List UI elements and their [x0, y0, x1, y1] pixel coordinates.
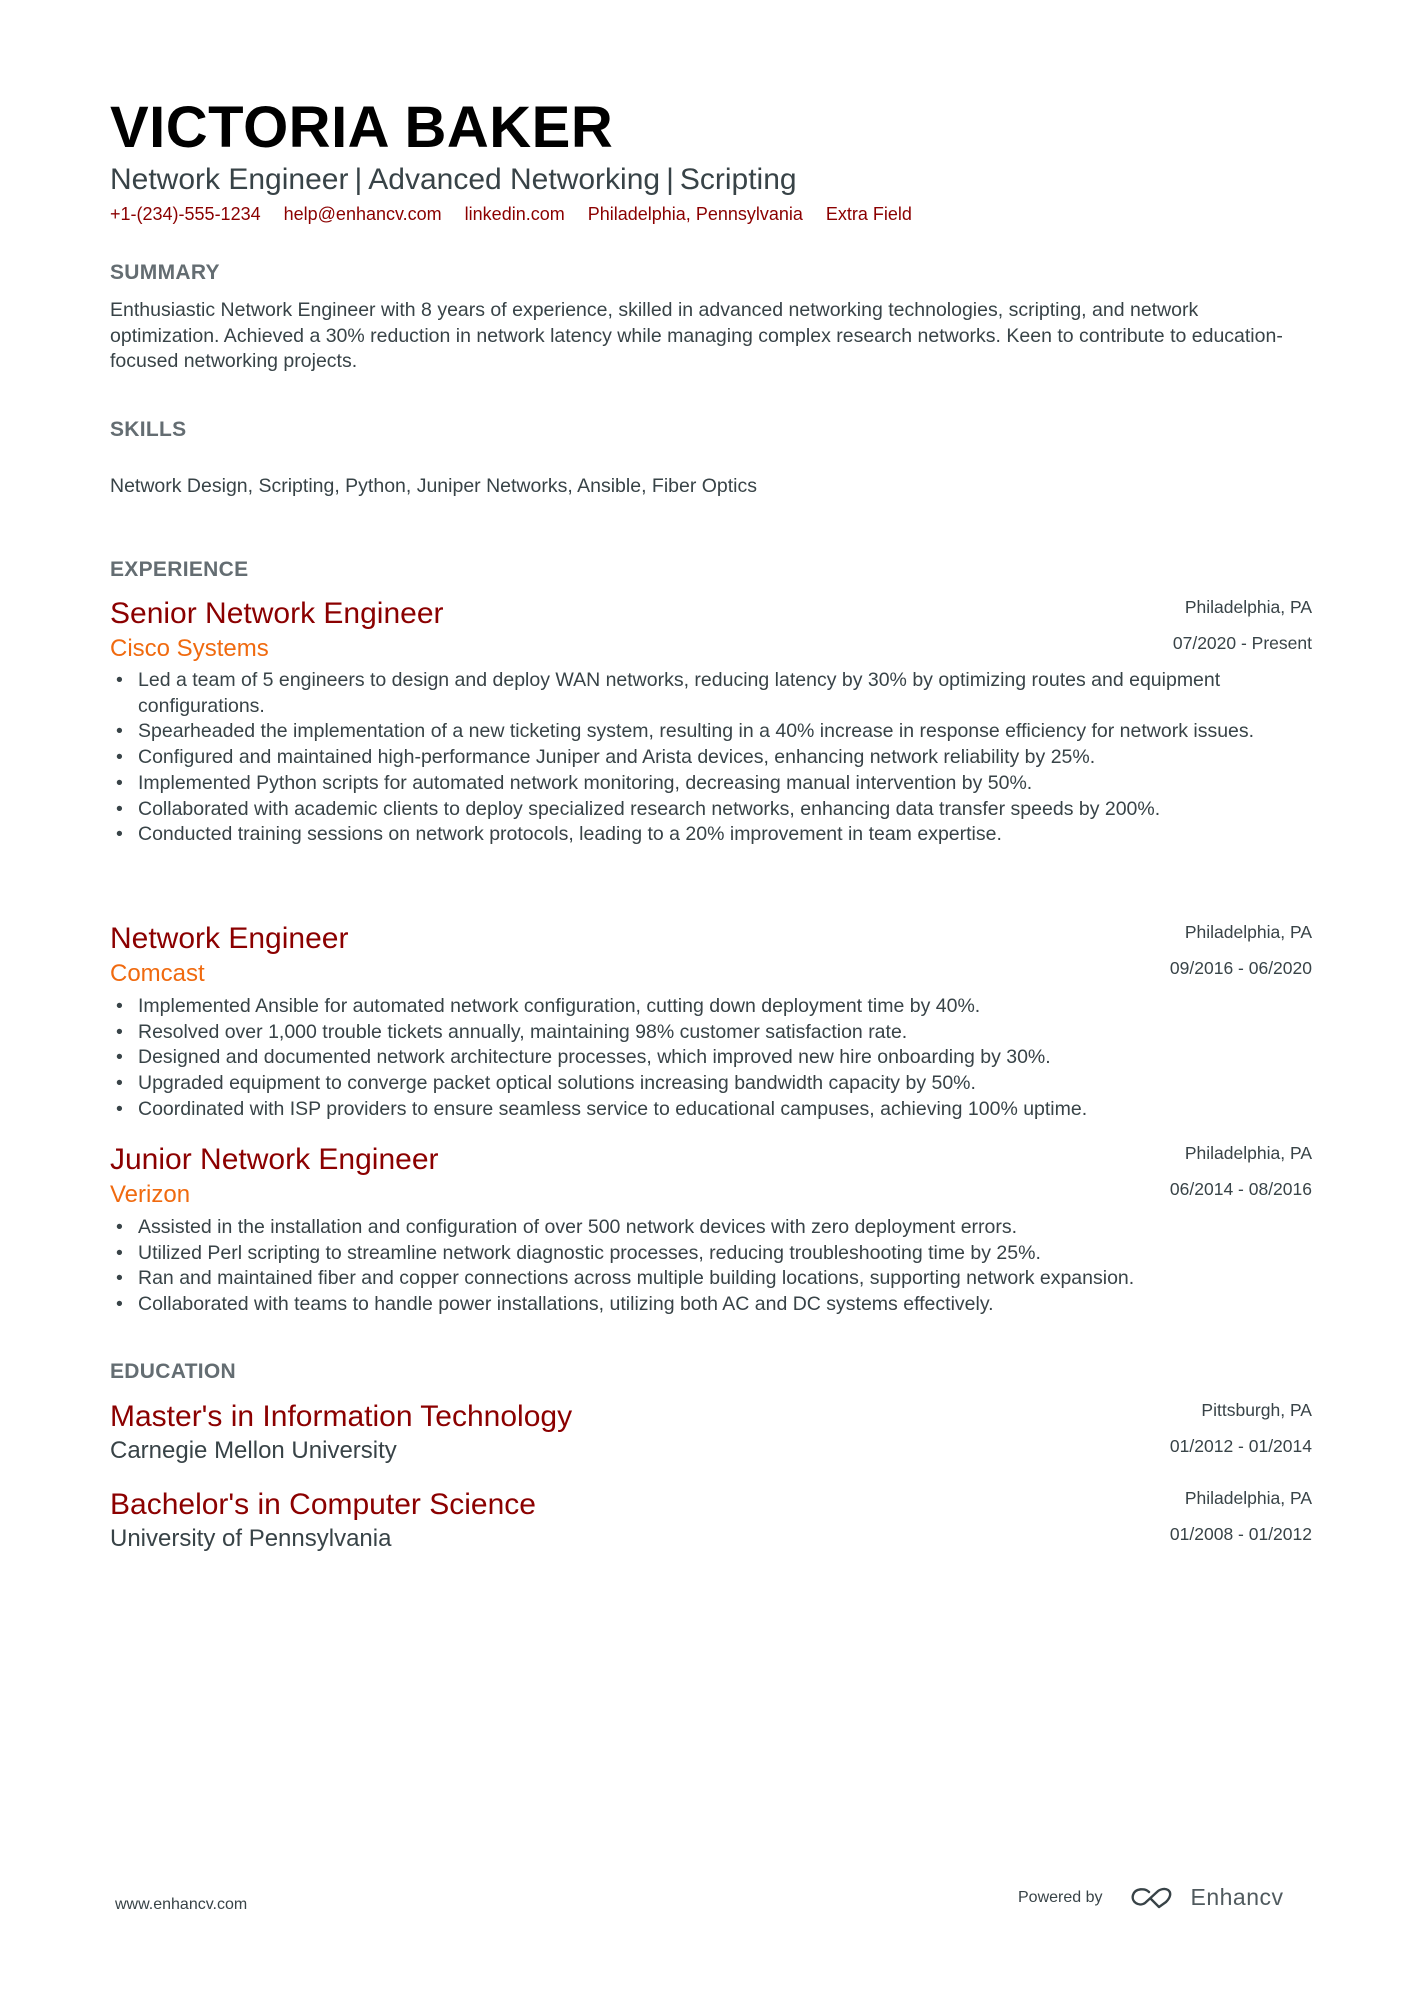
bullet-item: Upgraded equipment to converge packet op…: [110, 1071, 1310, 1097]
contact-location: Philadelphia, Pennsylvania: [587, 204, 803, 224]
education-heading: EDUCATION: [110, 1360, 236, 1383]
degree-title: Master's in Information Technology: [110, 1400, 573, 1433]
skills-text: Network Design, Scripting, Python, Junip…: [110, 475, 758, 497]
skills-heading: SKILLS: [110, 418, 187, 441]
contact-linkedin[interactable]: linkedin.com: [465, 204, 565, 224]
education-dates: 01/2008 - 01/2012: [1169, 1524, 1312, 1544]
footer-website[interactable]: www.enhancv.com: [115, 1896, 247, 1914]
bullet-item: Ran and maintained fiber and copper conn…: [110, 1266, 1310, 1292]
headline-part: Network Engineer: [110, 163, 349, 196]
bullet-item: Coordinated with ISP providers to ensure…: [110, 1097, 1310, 1123]
education-dates: 01/2012 - 01/2014: [1169, 1436, 1312, 1456]
summary-heading: SUMMARY: [110, 261, 220, 284]
job-title: Network Engineer: [110, 922, 349, 955]
bullet-item: Configured and maintained high-performan…: [110, 745, 1310, 771]
candidate-name: VICTORIA BAKER: [110, 95, 614, 160]
summary-text: Enthusiastic Network Engineer with 8 yea…: [110, 299, 1283, 373]
experience-heading: EXPERIENCE: [110, 558, 249, 581]
job-title: Senior Network Engineer: [110, 597, 444, 630]
job-bullets: Implemented Ansible for automated networ…: [110, 994, 1310, 1123]
bullet-item: Designed and documented network architec…: [110, 1045, 1310, 1071]
company-name: Comcast: [110, 960, 205, 987]
bullet-item: Utilized Perl scripting to streamline ne…: [110, 1241, 1310, 1267]
headline-separator: |: [666, 163, 674, 196]
contact-phone[interactable]: +1-(234)-555-1234: [110, 204, 261, 224]
bullet-item: Assisted in the installation and configu…: [110, 1215, 1310, 1241]
footer-branding: Powered by Enhancv: [1018, 1884, 1284, 1911]
bullet-item: Spearheaded the implementation of a new …: [110, 719, 1310, 745]
headline-part: Scripting: [679, 163, 797, 196]
job-bullets: Led a team of 5 engineers to design and …: [110, 668, 1310, 848]
headline-part: Advanced Networking: [368, 163, 661, 196]
school-name: University of Pennsylvania: [110, 1525, 392, 1552]
school-name: Carnegie Mellon University: [110, 1437, 397, 1464]
job-title: Junior Network Engineer: [110, 1143, 439, 1176]
company-name: Cisco Systems: [110, 635, 269, 662]
education-location: Pittsburgh, PA: [1201, 1400, 1312, 1420]
company-name: Verizon: [110, 1181, 191, 1208]
headline: Network Engineer | Advanced Networking | Scr…: [110, 160, 797, 200]
enhancv-logo-icon: [1131, 1887, 1171, 1908]
bullet-item: Implemented Ansible for automated networ…: [110, 994, 1310, 1020]
education-location: Philadelphia, PA: [1184, 1488, 1312, 1508]
job-dates: 09/2016 - 06/2020: [1169, 958, 1312, 978]
contact-extra-field: Extra Field: [825, 204, 912, 224]
job-dates: 06/2014 - 08/2016: [1169, 1179, 1312, 1199]
degree-title: Bachelor's in Computer Science: [110, 1488, 536, 1521]
job-location: Philadelphia, PA: [1184, 1143, 1312, 1163]
powered-by-label: Powered by: [1018, 1888, 1103, 1906]
bullet-item: Led a team of 5 engineers to design and …: [110, 668, 1310, 719]
job-location: Philadelphia, PA: [1184, 922, 1312, 942]
bullet-item: Conducted training sessions on network p…: [110, 822, 1310, 848]
job-bullets: Assisted in the installation and configu…: [110, 1215, 1310, 1318]
job-location: Philadelphia, PA: [1184, 597, 1312, 617]
contact-email[interactable]: help@enhancv.com: [284, 204, 442, 224]
bullet-item: Collaborated with academic clients to de…: [110, 797, 1310, 823]
job-dates: 07/2020 - Present: [1172, 633, 1312, 653]
bullet-item: Collaborated with teams to handle power …: [110, 1292, 1310, 1318]
bullet-item: Implemented Python scripts for automated…: [110, 771, 1310, 797]
contact-info: +1-(234)-555-1234 help@enhancv.com linke…: [110, 201, 930, 227]
headline-separator: |: [354, 163, 363, 196]
bullet-item: Resolved over 1,000 trouble tickets annu…: [110, 1020, 1310, 1046]
enhancv-brand: Enhancv: [1190, 1884, 1284, 1910]
